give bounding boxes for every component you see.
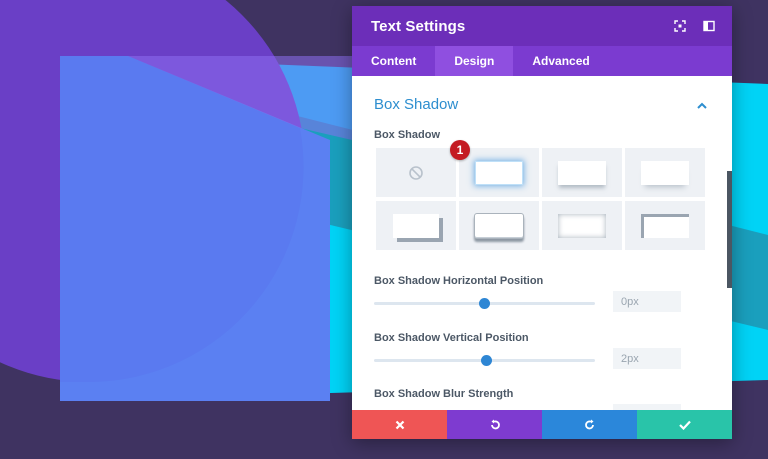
horizontal-slider-handle[interactable] <box>479 298 490 309</box>
vertical-position-input[interactable] <box>613 348 681 369</box>
vertical-slider-track[interactable] <box>374 355 595 366</box>
preset-preview <box>475 160 523 185</box>
text-settings-modal: Text Settings Content Design Advanced Bo… <box>352 6 732 439</box>
box-shadow-presets <box>376 148 705 250</box>
split-view-icon[interactable] <box>702 19 716 33</box>
preset-inset[interactable] <box>542 201 622 250</box>
modal-header: Text Settings <box>352 6 732 46</box>
preset-bottom[interactable] <box>542 148 622 197</box>
scrollbar[interactable] <box>727 171 732 288</box>
chevron-up-icon[interactable] <box>696 99 708 111</box>
save-button[interactable] <box>637 410 732 439</box>
discard-button[interactable] <box>352 410 447 439</box>
undo-icon <box>490 419 500 429</box>
preset-bottom-soft[interactable] <box>625 148 705 197</box>
settings-body: Box Shadow Box Shadow 1 Box Shadow Horiz… <box>352 76 732 410</box>
modal-footer <box>352 410 732 439</box>
horizontal-position-input[interactable] <box>613 291 681 312</box>
tab-content[interactable]: Content <box>352 46 435 76</box>
preset-preview <box>641 213 689 238</box>
preset-preview <box>393 213 439 238</box>
settings-tabs: Content Design Advanced <box>352 46 732 76</box>
preset-none[interactable] <box>376 148 456 197</box>
section-title: Box Shadow <box>374 96 459 113</box>
tab-design[interactable]: Design <box>435 46 514 76</box>
preset-preview <box>474 212 524 239</box>
check-icon <box>678 420 691 430</box>
no-shadow-icon <box>409 165 423 180</box>
undo-button[interactable] <box>447 410 542 439</box>
modal-title: Text Settings <box>371 17 466 35</box>
horizontal-slider-track[interactable] <box>374 298 595 309</box>
redo-button[interactable] <box>542 410 637 439</box>
box-shadow-label: Box Shadow <box>374 129 441 141</box>
preset-offset[interactable] <box>376 201 456 250</box>
preset-inset-offset[interactable] <box>625 201 705 250</box>
vertical-position-label: Box Shadow Vertical Position <box>374 332 529 344</box>
redo-icon <box>584 419 594 429</box>
preset-preview <box>558 160 606 185</box>
close-icon <box>395 420 404 429</box>
step-badge: 1 <box>450 140 470 160</box>
blur-strength-label: Box Shadow Blur Strength <box>374 388 514 400</box>
preset-preview <box>558 213 606 238</box>
preset-raised[interactable] <box>459 201 539 250</box>
tab-advanced[interactable]: Advanced <box>513 46 608 76</box>
horizontal-position-label: Box Shadow Horizontal Position <box>374 275 544 287</box>
section-header[interactable]: Box Shadow <box>374 96 708 113</box>
preset-preview <box>641 160 689 185</box>
expand-icon[interactable] <box>673 19 687 33</box>
preset-glow[interactable] <box>459 148 539 197</box>
vertical-slider-handle[interactable] <box>481 355 493 366</box>
